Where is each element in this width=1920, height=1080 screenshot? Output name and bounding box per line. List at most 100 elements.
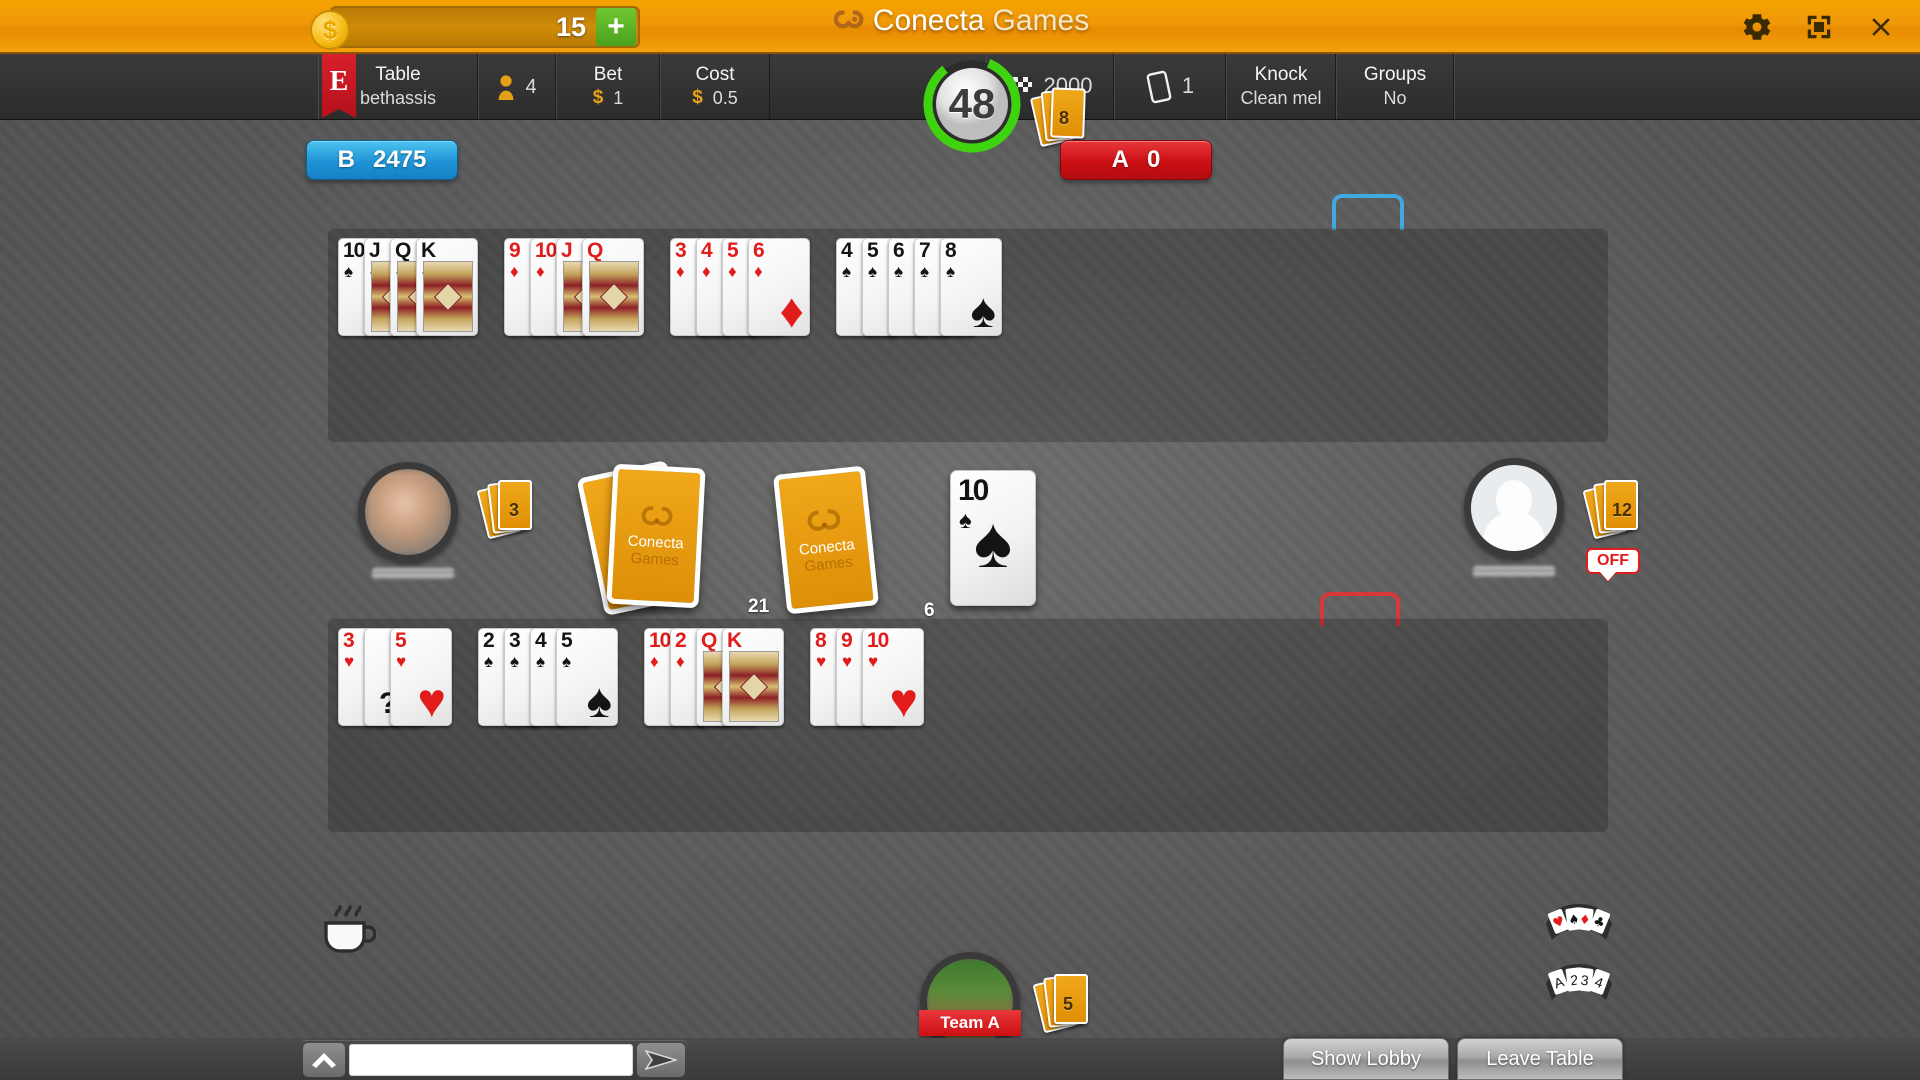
left-player-hand: 3 (476, 478, 538, 540)
team-a-score: A 0 (1060, 140, 1212, 180)
card-rank: 9 (509, 239, 521, 262)
card-suit-icon: ♠ (868, 262, 878, 281)
card-rank: 10 (649, 629, 671, 652)
info-cost-value: 0.5 (712, 87, 738, 108)
left-player-avatar[interactable] (358, 462, 458, 562)
coin-amount: 15 (555, 11, 586, 42)
card-suit-icon: ♠ (842, 262, 852, 281)
card-rank: 6 (753, 239, 765, 262)
card-suit-icon: ♥ (344, 652, 355, 671)
card-suit-large-icon: ♥ (889, 675, 919, 726)
game-screen: $ 15 + Conecta Games Table bethassis 4 B… (0, 0, 1920, 1080)
right-hand-count: 12 (1612, 500, 1633, 520)
sequence-group-icon[interactable]: A 2 3 4 (1540, 958, 1618, 1011)
card-rank: 10 (343, 239, 365, 262)
info-decks-value: 1 (1181, 73, 1195, 99)
card-suit-large-icon: ♥ (417, 675, 447, 726)
right-player-status-badge: OFF (1586, 548, 1640, 574)
team-a-meld-tray[interactable]: 3♥♥JOKER?5♥♥2♠♠3♠♠4♠♠5♠♠10♦♦2♦♦Q♦K♦8♥♥9♥… (328, 618, 1608, 832)
hand-count-value: 8 (1059, 108, 1070, 128)
team-a-label: A (1111, 146, 1129, 173)
card-suit-icon: ♦ (536, 262, 545, 281)
discard-count-label: 6 (924, 600, 935, 621)
card-back-text-2: Games (803, 552, 854, 575)
playing-card[interactable]: 10 ♥ ♥ (862, 628, 924, 726)
card-rank: J (561, 239, 573, 262)
meld-group[interactable]: 4♠♠5♠♠6♠♠7♠♠8♠♠ (836, 238, 1002, 336)
team-b-meld-tray[interactable]: 10♠♠J♠Q♠K♠9♦♦10♦♦J♦Q♦3♦♦4♦♦5♦♦6♦♦4♠♠5♠♠6… (328, 228, 1608, 442)
meld-group[interactable]: 10♠♠J♠Q♠K♠ (338, 238, 478, 336)
left-player-name (372, 568, 454, 579)
suit-group-icon[interactable]: ♥ ♠ ♦ ♣ (1540, 898, 1618, 951)
meld-group[interactable]: 10♦♦2♦♦Q♦K♦ (644, 628, 784, 726)
card-rank: 2 (675, 629, 687, 652)
playing-card[interactable]: K♠ (416, 238, 478, 336)
coffee-cup-icon[interactable] (318, 905, 377, 957)
coin-balance-widget[interactable]: $ 15 + (310, 6, 640, 50)
card-rank: 8 (815, 629, 827, 652)
card-rank: 8 (945, 239, 957, 262)
brand-logo: Conecta Games (831, 4, 1089, 38)
card-rank: 5 (727, 239, 739, 262)
current-player-hand-count: 8 (1029, 86, 1091, 148)
card-suit-icon: ♦ (728, 262, 737, 281)
top-bar: $ 15 + Conecta Games (0, 0, 1920, 54)
right-player-avatar[interactable] (1464, 458, 1564, 558)
chat-input[interactable] (349, 1044, 633, 1076)
add-coins-button[interactable]: + (596, 8, 636, 46)
card-rank: K (727, 629, 742, 652)
team-b-label: B (337, 146, 355, 173)
draw-heap-card-2[interactable]: Conecta Games (606, 463, 706, 609)
card-back-text-2: Games (630, 549, 680, 569)
leave-table-button[interactable]: Leave Table (1457, 1038, 1623, 1080)
right-player-name (1473, 566, 1555, 577)
close-icon[interactable] (1850, 0, 1912, 54)
bottom-bar (0, 1038, 1920, 1080)
stock-count-label: 21 (748, 596, 770, 617)
card-rank: 4 (841, 239, 853, 262)
meld-group[interactable]: 8♥♥9♥♥10♥♥ (810, 628, 924, 726)
card-rank: 5 (867, 239, 879, 262)
country-flag-badge: E (322, 54, 356, 118)
card-rank: J (369, 239, 381, 262)
card-rank: 10 (867, 629, 889, 652)
playing-card[interactable]: 6 ♦ ♦ (748, 238, 810, 336)
card-rank: 5 (561, 629, 573, 652)
team-b-value: 2475 (372, 146, 427, 173)
info-bet: Bet $ 1 (556, 54, 660, 119)
stock-pile[interactable]: Conecta Games (772, 465, 880, 615)
player-icon (499, 74, 514, 100)
card-suit-icon: ♥ (396, 652, 407, 671)
card-suit-icon: ♦ (650, 652, 659, 671)
card-rank: 4 (701, 239, 713, 262)
card-suit-icon: ♦ (676, 652, 685, 671)
card-suit-large-icon: ♠ (970, 285, 997, 336)
meld-group[interactable]: 3♥♥JOKER?5♥♥ (338, 628, 452, 726)
playing-card[interactable]: K♦ (722, 628, 784, 726)
info-groups-label: Groups (1363, 63, 1427, 85)
playing-card[interactable]: 8 ♠ ♠ (940, 238, 1002, 336)
card-suit-icon: ♠ (536, 652, 546, 671)
gear-icon[interactable] (1726, 0, 1788, 54)
playing-card[interactable]: Q♦ (582, 238, 644, 336)
card-rank: 4 (535, 629, 547, 652)
bottom-player-avatar[interactable] (920, 952, 1020, 1052)
turn-timer: 48 (920, 52, 1024, 156)
fullscreen-icon[interactable] (1788, 0, 1850, 54)
playing-card[interactable]: 5♠♠ (556, 628, 618, 726)
meld-group[interactable]: 2♠♠3♠♠4♠♠5♠♠ (478, 628, 618, 726)
playing-card[interactable]: 5 ♥ ♥ (390, 628, 452, 726)
card-rank: 3 (675, 239, 687, 262)
meld-group[interactable]: 9♦♦10♦♦J♦Q♦ (504, 238, 644, 336)
card-rank: Q (395, 239, 411, 262)
show-lobby-button[interactable]: Show Lobby (1283, 1038, 1449, 1080)
card-rank: 3 (343, 629, 355, 652)
send-icon[interactable] (637, 1043, 685, 1077)
chevron-up-icon[interactable] (303, 1043, 345, 1077)
card-suit-icon: ♠ (510, 652, 520, 671)
left-hand-count: 3 (509, 500, 520, 520)
meld-group[interactable]: 3♦♦4♦♦5♦♦6♦♦ (670, 238, 810, 336)
card-suit-large-icon: ♦ (779, 285, 805, 336)
discard-pile-top-card[interactable]: 10 ♠ ♠ (950, 470, 1036, 606)
card-court-art (589, 261, 639, 332)
